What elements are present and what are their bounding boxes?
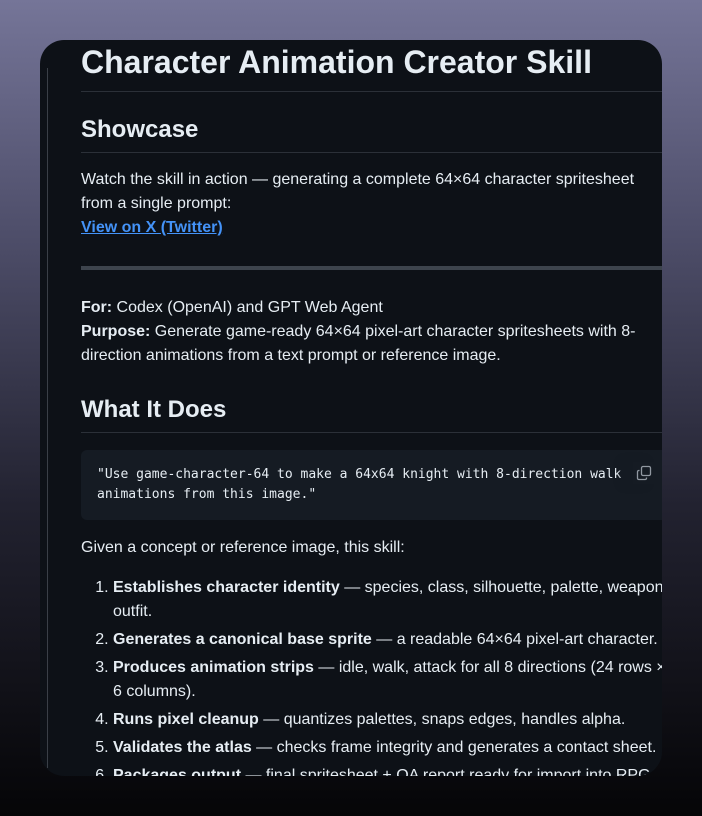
list-item: Runs pixel cleanup — quantizes palettes,… xyxy=(113,708,662,732)
given-text: Given a concept or reference image, this… xyxy=(81,539,405,556)
code-text: "Use game-character-64 to make a 64x64 k… xyxy=(97,465,621,505)
copy-button[interactable] xyxy=(633,462,655,484)
step-title: Establishes character identity xyxy=(113,579,340,596)
what-it-does-heading: What It Does xyxy=(81,394,662,433)
step-desc: — checks frame integrity and generates a… xyxy=(251,739,657,756)
steps-list: Establishes character identity — species… xyxy=(81,576,662,776)
list-item: Validates the atlas — checks frame integ… xyxy=(113,736,662,760)
code-block: "Use game-character-64 to make a 64x64 k… xyxy=(81,450,662,520)
step-title: Validates the atlas xyxy=(113,739,252,756)
showcase-heading: Showcase xyxy=(81,114,662,153)
copy-icon xyxy=(636,465,652,481)
step-desc: — quantizes palettes, snaps edges, handl… xyxy=(258,711,626,728)
list-item: Establishes character identity — species… xyxy=(113,576,662,624)
list-item: Generates a canonical base sprite — a re… xyxy=(113,628,662,652)
readme-window: Character Animation Creator Skill Showca… xyxy=(40,40,662,776)
for-value: Codex (OpenAI) and GPT Web Agent xyxy=(112,299,383,316)
showcase-intro-text: Watch the skill in action — generating a… xyxy=(81,171,635,212)
for-line: For: Codex (OpenAI) and GPT Web Agent xyxy=(81,296,651,320)
step-title: Packages output xyxy=(113,767,242,776)
step-title: Produces animation strips xyxy=(113,659,314,676)
left-border xyxy=(47,68,48,768)
purpose-line: Purpose: Generate game-ready 64×64 pixel… xyxy=(81,320,651,368)
purpose-label: Purpose: xyxy=(81,323,151,340)
list-item: Packages output — final spritesheet + QA… xyxy=(113,764,662,776)
section-divider xyxy=(81,266,662,270)
step-title: Runs pixel cleanup xyxy=(113,711,259,728)
step-title: Generates a canonical base sprite xyxy=(113,631,372,648)
showcase-intro: Watch the skill in action — generating a… xyxy=(81,168,651,240)
readme-content: Character Animation Creator Skill Showca… xyxy=(81,40,662,776)
page-title: Character Animation Creator Skill xyxy=(81,40,662,92)
list-item: Produces animation strips — idle, walk, … xyxy=(113,656,662,704)
step-desc: — a readable 64×64 pixel-art character. xyxy=(371,631,658,648)
for-label: For: xyxy=(81,299,113,316)
code-line-1: "Use game-character-64 to make a 64x64 k… xyxy=(97,467,622,482)
view-on-x-link[interactable]: View on X (Twitter) xyxy=(81,219,223,236)
code-line-2: animations from this image." xyxy=(97,487,317,502)
purpose-value: Generate game-ready 64×64 pixel-art char… xyxy=(81,323,636,364)
